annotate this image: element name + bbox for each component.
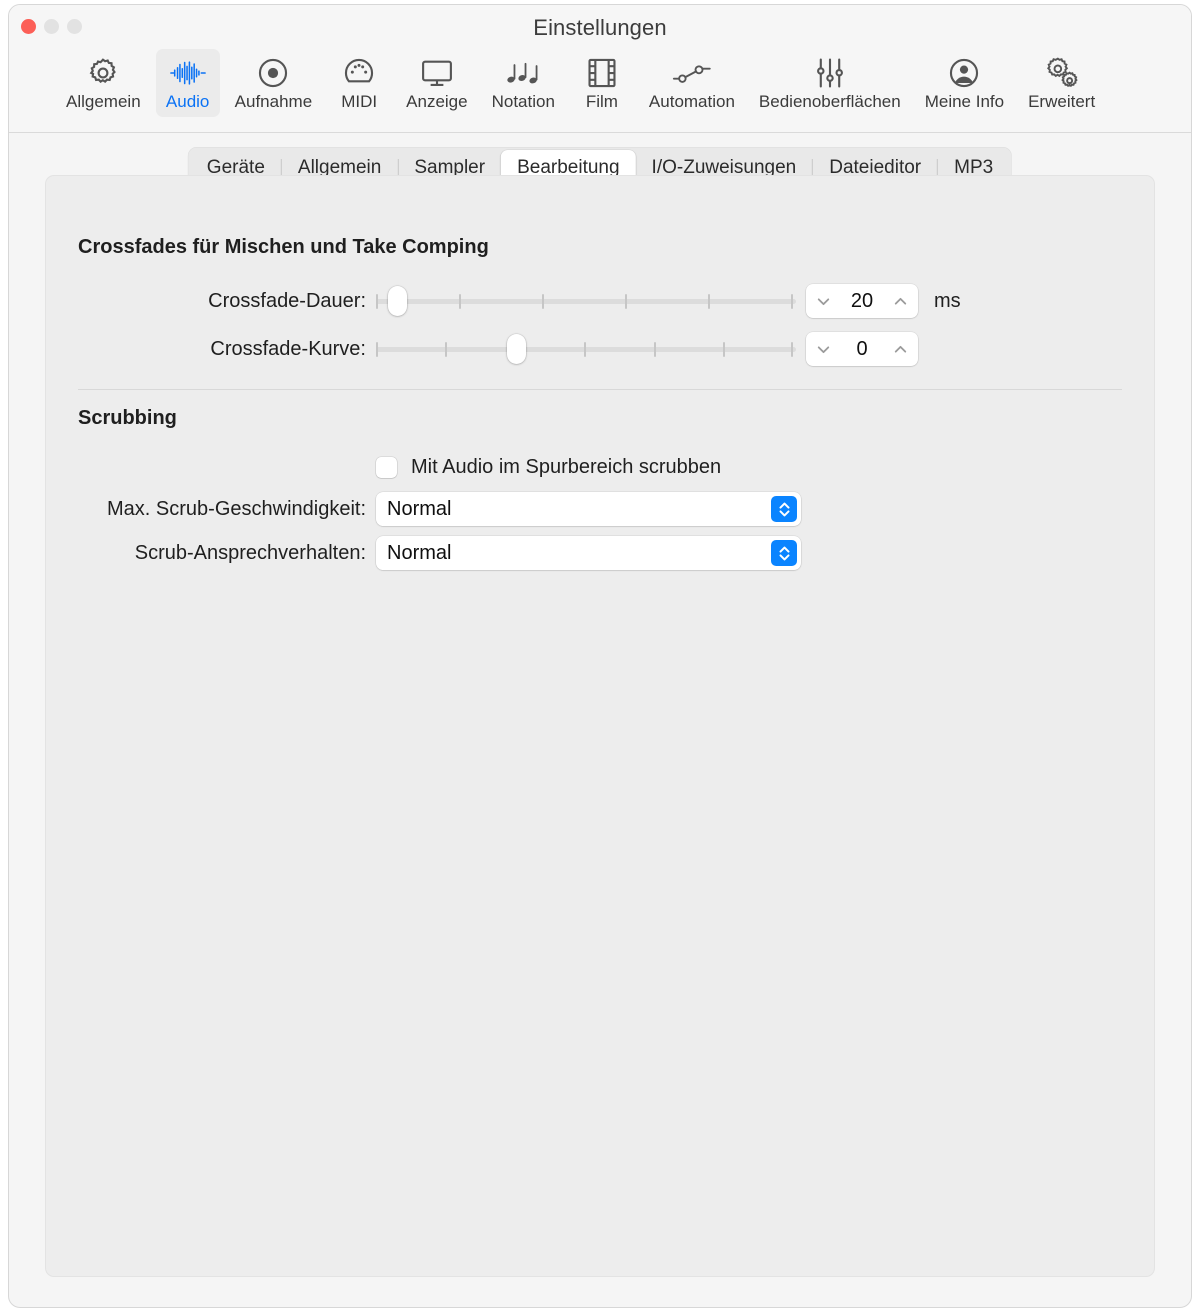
slider-tick: [625, 294, 627, 309]
crossfade-duration-label: Crossfade-Dauer:: [208, 289, 366, 312]
toolbar-item-label: Bedienoberflächen: [758, 92, 901, 111]
toolbar-item-meine-info[interactable]: Meine Info: [916, 49, 1013, 117]
chevron-down-icon[interactable]: [815, 293, 832, 310]
crossfade-curve-label: Crossfade-Kurve:: [210, 337, 366, 360]
section-title-crossfades: Crossfades für Mischen und Take Comping: [78, 236, 489, 258]
window-title: Einstellungen: [533, 15, 667, 40]
toolbar-item-midi[interactable]: MIDI: [327, 49, 391, 117]
slider-tick: [791, 294, 793, 309]
slider-tick: [584, 342, 586, 357]
slider-track: [376, 347, 796, 352]
toolbar-item-label: Aufnahme: [234, 92, 313, 111]
scrub-audio-checkbox-label: Mit Audio im Spurbereich scrubben: [411, 456, 722, 478]
toolbar-item-label: Anzeige: [406, 92, 468, 111]
section-divider: [78, 389, 1122, 390]
slider-tick: [542, 294, 544, 309]
chevron-down-icon[interactable]: [815, 341, 832, 358]
scrub-audio-checkbox-row[interactable]: Mit Audio im Spurbereich scrubben: [376, 456, 721, 479]
chevron-up-down-icon[interactable]: [771, 540, 797, 566]
music-notes-icon: [505, 55, 541, 91]
slider-tick: [376, 294, 378, 309]
slider-thumb[interactable]: [507, 334, 526, 364]
toolbar-item-label: MIDI: [341, 92, 378, 111]
person-circle-icon: [947, 55, 981, 91]
row-scrub-response: Scrub-Ansprechverhalten: Normal: [46, 536, 1154, 570]
scrub-audio-checkbox[interactable]: [376, 457, 397, 478]
double-gear-icon: [1044, 55, 1080, 91]
scrub-response-select[interactable]: Normal: [376, 536, 801, 570]
chevron-up-icon[interactable]: [892, 293, 909, 310]
settings-panel: Crossfades für Mischen und Take Comping …: [45, 175, 1155, 1277]
slider-tick: [445, 342, 447, 357]
toolbar-item-audio[interactable]: Audio: [155, 49, 220, 117]
crossfade-duration-stepper[interactable]: 20: [806, 284, 918, 318]
max-scrub-speed-label: Max. Scrub-Geschwindigkeit:: [107, 497, 366, 520]
toolbar-item-allgemein[interactable]: Allgemein: [57, 49, 150, 117]
row-max-scrub-speed: Max. Scrub-Geschwindigkeit: Normal: [46, 492, 1154, 526]
crossfade-curve-slider[interactable]: [376, 334, 796, 364]
title-bar: Einstellungen: [9, 5, 1191, 49]
chevron-up-icon[interactable]: [892, 341, 909, 358]
crossfade-curve-stepper[interactable]: 0: [806, 332, 918, 366]
slider-thumb[interactable]: [388, 286, 407, 316]
toolbar-item-label: Automation: [648, 92, 735, 111]
toolbar-item-erweitert[interactable]: Erweitert: [1019, 49, 1104, 117]
midi-connector-icon: [342, 55, 376, 91]
preferences-window: Einstellungen Allgemein Audio Aufnahme M…: [8, 4, 1192, 1308]
film-strip-icon: [586, 55, 618, 91]
toolbar-item-label: Erweitert: [1028, 92, 1096, 111]
chevron-up-down-icon[interactable]: [771, 496, 797, 522]
automation-node-icon: [672, 55, 712, 91]
toolbar-item-automation[interactable]: Automation: [640, 49, 744, 117]
toolbar-item-label: Film: [585, 92, 618, 111]
toolbar: Allgemein Audio Aufnahme MIDI Anzeige No…: [9, 49, 1191, 133]
slider-tick: [376, 342, 378, 357]
toolbar-item-label: Notation: [491, 92, 555, 111]
toolbar-item-bedienoberflaechen[interactable]: Bedienoberflächen: [750, 49, 910, 117]
slider-tick: [654, 342, 656, 357]
toolbar-item-label: Meine Info: [924, 92, 1005, 111]
crossfade-duration-slider[interactable]: [376, 286, 796, 316]
crossfade-duration-value: 20: [850, 289, 874, 312]
slider-tick: [723, 342, 725, 357]
crossfade-curve-value: 0: [856, 337, 868, 360]
scrub-response-label: Scrub-Ansprechverhalten:: [134, 541, 366, 564]
gear-icon: [86, 55, 120, 91]
row-crossfade-duration: Crossfade-Dauer: 20 ms: [46, 284, 1154, 318]
scrub-response-value: Normal: [387, 541, 452, 564]
section-title-scrubbing: Scrubbing: [78, 407, 177, 429]
max-scrub-speed-value: Normal: [387, 497, 452, 520]
toolbar-item-anzeige[interactable]: Anzeige: [397, 49, 476, 117]
waveform-icon: [169, 55, 207, 91]
slider-tick: [708, 294, 710, 309]
slider-track: [376, 299, 796, 304]
toolbar-item-film[interactable]: Film: [570, 49, 634, 117]
record-icon: [256, 55, 290, 91]
display-icon: [419, 55, 455, 91]
faders-icon: [814, 55, 846, 91]
slider-tick: [459, 294, 461, 309]
max-scrub-speed-select[interactable]: Normal: [376, 492, 801, 526]
toolbar-item-notation[interactable]: Notation: [483, 49, 564, 117]
crossfade-duration-unit: ms: [934, 289, 961, 312]
toolbar-item-aufnahme[interactable]: Aufnahme: [226, 49, 322, 117]
slider-tick: [791, 342, 793, 357]
row-crossfade-curve: Crossfade-Kurve: 0: [46, 332, 1154, 366]
toolbar-item-label: Audio: [165, 92, 210, 111]
toolbar-item-label: Allgemein: [66, 92, 141, 111]
